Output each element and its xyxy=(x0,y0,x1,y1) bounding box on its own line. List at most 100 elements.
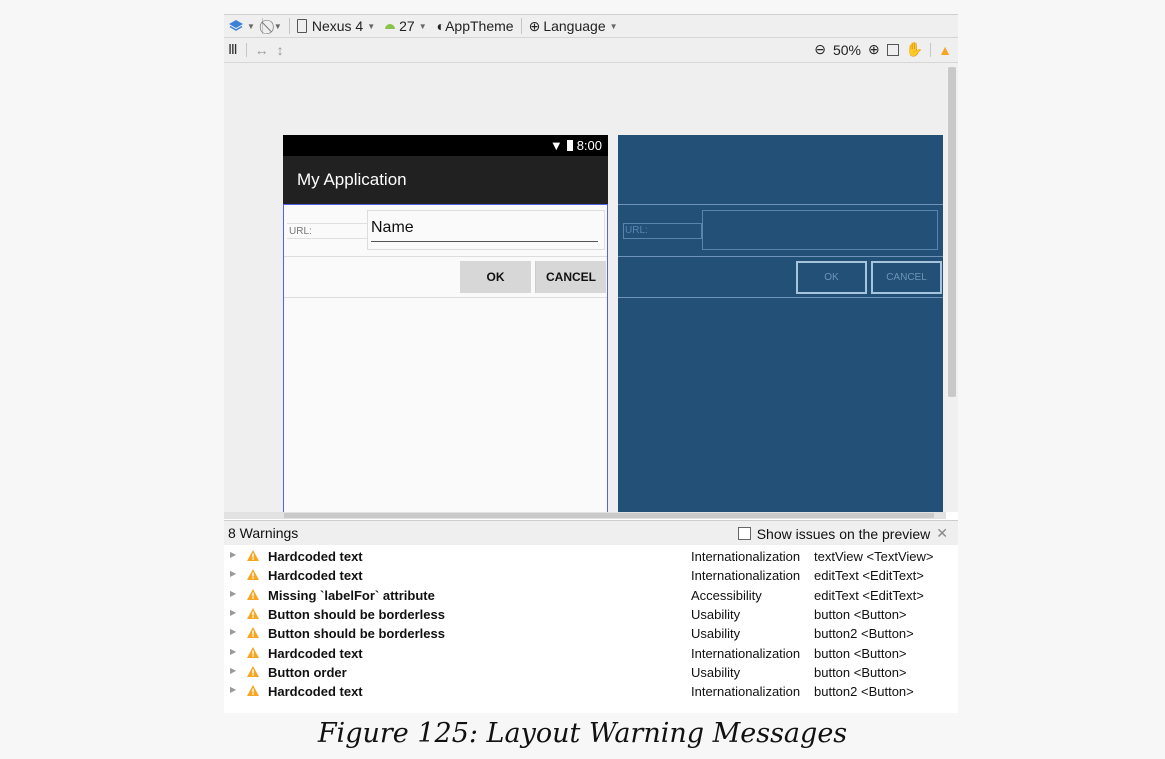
warning-message: Button should be borderless xyxy=(268,626,445,642)
expand-icon[interactable]: ▶ xyxy=(230,550,236,559)
expand-icon[interactable]: ▶ xyxy=(230,627,236,636)
phone-icon xyxy=(296,19,307,33)
issues-panel-header: 8 Warnings Show issues on the preview ✕ xyxy=(224,521,958,545)
warning-message: Button order xyxy=(268,664,347,680)
expand-icon[interactable]: ▶ xyxy=(230,569,236,578)
blueprint-preview: URL: OK CANCEL xyxy=(618,135,943,512)
blueprint-ok-label: OK xyxy=(824,272,839,283)
selection-outline xyxy=(283,204,608,512)
warning-category: Usability xyxy=(691,626,741,642)
status-time: 8:00 xyxy=(576,138,602,153)
warning-row[interactable]: ▶ Hardcoded text Internationalization butto… xyxy=(224,682,958,701)
orientation-dropdown[interactable]: ⃠ ▼ xyxy=(265,18,287,35)
design-preview: ▼ 8:00 My Application URL: Name OK CANCE… xyxy=(283,135,608,512)
warning-icon xyxy=(247,588,259,600)
issues-panel: 8 Warnings Show issues on the preview ✕ … xyxy=(224,520,958,713)
warning-row[interactable]: ▶ Button should be borderless Usability but… xyxy=(224,605,958,624)
expand-horizontal-icon[interactable]: ↔ xyxy=(255,42,269,58)
chevron-down-icon: ▼ xyxy=(367,21,376,31)
warning-message: Hardcoded text xyxy=(268,684,363,700)
warning-row[interactable]: ▶ Hardcoded text Internationalization butto… xyxy=(224,644,958,663)
panel-toggle-icon[interactable]: Ⅲ xyxy=(228,41,238,58)
warning-location: editText <EditText> xyxy=(814,587,924,603)
warning-category: Internationalization xyxy=(691,645,801,661)
status-bar: ▼ 8:00 xyxy=(283,135,608,156)
chevron-down-icon: ▼ xyxy=(609,21,618,31)
warning-row[interactable]: ▶ Hardcoded text Internationalization editT… xyxy=(224,566,958,585)
chevron-down-icon: ▼ xyxy=(247,21,255,31)
warning-message: Missing `labelFor` attribute xyxy=(268,587,435,603)
warning-icon xyxy=(247,627,259,639)
design-surface-dropdown[interactable]: ▼ xyxy=(224,20,260,32)
globe-icon: ⊕ xyxy=(528,17,541,34)
blueprint-cancel-label: CANCEL xyxy=(886,272,927,283)
warning-icon xyxy=(247,607,259,619)
warning-message: Hardcoded text xyxy=(268,645,363,661)
warning-icon xyxy=(247,685,259,697)
vertical-scrollbar[interactable] xyxy=(946,63,958,512)
toolbar-divider xyxy=(288,18,290,34)
blueprint-line xyxy=(618,204,943,205)
layers-icon xyxy=(229,20,243,31)
chevron-down-icon: ▼ xyxy=(273,21,282,31)
warning-icon xyxy=(247,550,259,561)
zoom-in-icon[interactable]: ⊕ xyxy=(868,41,880,58)
warnings-count: 8 Warnings xyxy=(228,525,299,541)
toolbar-divider xyxy=(520,18,522,34)
blueprint-url-text: URL: xyxy=(625,225,648,236)
show-issues-label: Show issues on the preview xyxy=(756,525,931,542)
warning-category: Internationalization xyxy=(691,549,801,564)
zoom-out-icon[interactable]: ⊖ xyxy=(814,41,826,58)
warning-icon xyxy=(247,665,259,677)
pan-icon[interactable]: ✋ xyxy=(906,41,923,58)
design-canvas[interactable]: ▼ 8:00 My Application URL: Name OK CANCE… xyxy=(224,63,946,512)
toolbar-divider xyxy=(261,18,263,34)
blueprint-name-field[interactable] xyxy=(702,210,938,250)
warning-category: Accessibility xyxy=(691,587,762,603)
show-issues-checkbox[interactable] xyxy=(737,527,751,540)
api-dropdown[interactable]: 27 ▼ xyxy=(380,18,432,34)
expand-icon[interactable]: ▶ xyxy=(230,685,236,694)
layout-editor: ▼ ⃠ ▼ Nexus 4 ▼ 27 ▼ ◐ AppTheme ⊕ Langua… xyxy=(224,14,958,713)
blueprint-ok-button[interactable]: OK xyxy=(796,261,867,294)
warning-row[interactable]: ▶ Missing `labelFor` attribute Accessibili… xyxy=(224,586,958,605)
expand-vertical-icon[interactable]: ↕ xyxy=(277,42,284,58)
zoom-toolbar: Ⅲ ↔ ↕ ⊖ 50% ⊕ ✋ ▲ xyxy=(224,38,958,63)
expand-icon[interactable]: ▶ xyxy=(230,666,236,675)
horizontal-scrollbar[interactable] xyxy=(224,512,946,519)
warning-row[interactable]: ▶ Button should be borderless Usability but… xyxy=(224,624,958,643)
device-label: Nexus 4 xyxy=(311,18,364,34)
blueprint-line xyxy=(618,256,943,257)
warning-location: button2 <Button> xyxy=(814,684,914,700)
expand-icon[interactable]: ▶ xyxy=(230,647,236,656)
warning-row[interactable]: ▶ Hardcoded text Internationalization textV… xyxy=(224,547,958,566)
blueprint-cancel-button[interactable]: CANCEL xyxy=(871,261,942,294)
zoom-level: 50% xyxy=(832,41,861,58)
expand-icon[interactable]: ▶ xyxy=(230,589,236,598)
device-dropdown[interactable]: Nexus 4 ▼ xyxy=(292,18,380,34)
app-title: My Application xyxy=(297,170,407,189)
warning-category: Internationalization xyxy=(691,568,801,584)
theme-dropdown[interactable]: ◐ AppTheme xyxy=(432,18,519,34)
android-icon xyxy=(385,23,396,29)
theme-label: AppTheme xyxy=(445,18,514,34)
toolbar-divider xyxy=(930,42,932,57)
warning-category: Usability xyxy=(691,606,741,622)
blueprint-line xyxy=(618,297,943,298)
zoom-fit-icon[interactable] xyxy=(886,43,899,56)
expand-icon[interactable]: ▶ xyxy=(230,608,236,617)
warning-location: button2 <Button> xyxy=(814,626,914,642)
wifi-icon: ▼ xyxy=(549,138,563,153)
warning-location: textView <TextView> xyxy=(814,549,934,564)
figure-caption: Figure 125: Layout Warning Messages xyxy=(317,718,848,749)
app-bar: My Application xyxy=(283,156,608,204)
warning-location: editText <EditText> xyxy=(814,568,924,584)
warning-location: button <Button> xyxy=(814,664,907,680)
warning-icon[interactable]: ▲ xyxy=(938,42,952,58)
warning-row[interactable]: ▶ Button order Usability button <Button> xyxy=(224,663,958,682)
language-dropdown[interactable]: ⊕ Language ▼ xyxy=(524,18,623,35)
warning-category: Usability xyxy=(691,664,741,680)
warning-category: Internationalization xyxy=(691,684,801,700)
close-icon[interactable]: ✕ xyxy=(936,525,948,542)
warning-location: button <Button> xyxy=(814,606,907,622)
